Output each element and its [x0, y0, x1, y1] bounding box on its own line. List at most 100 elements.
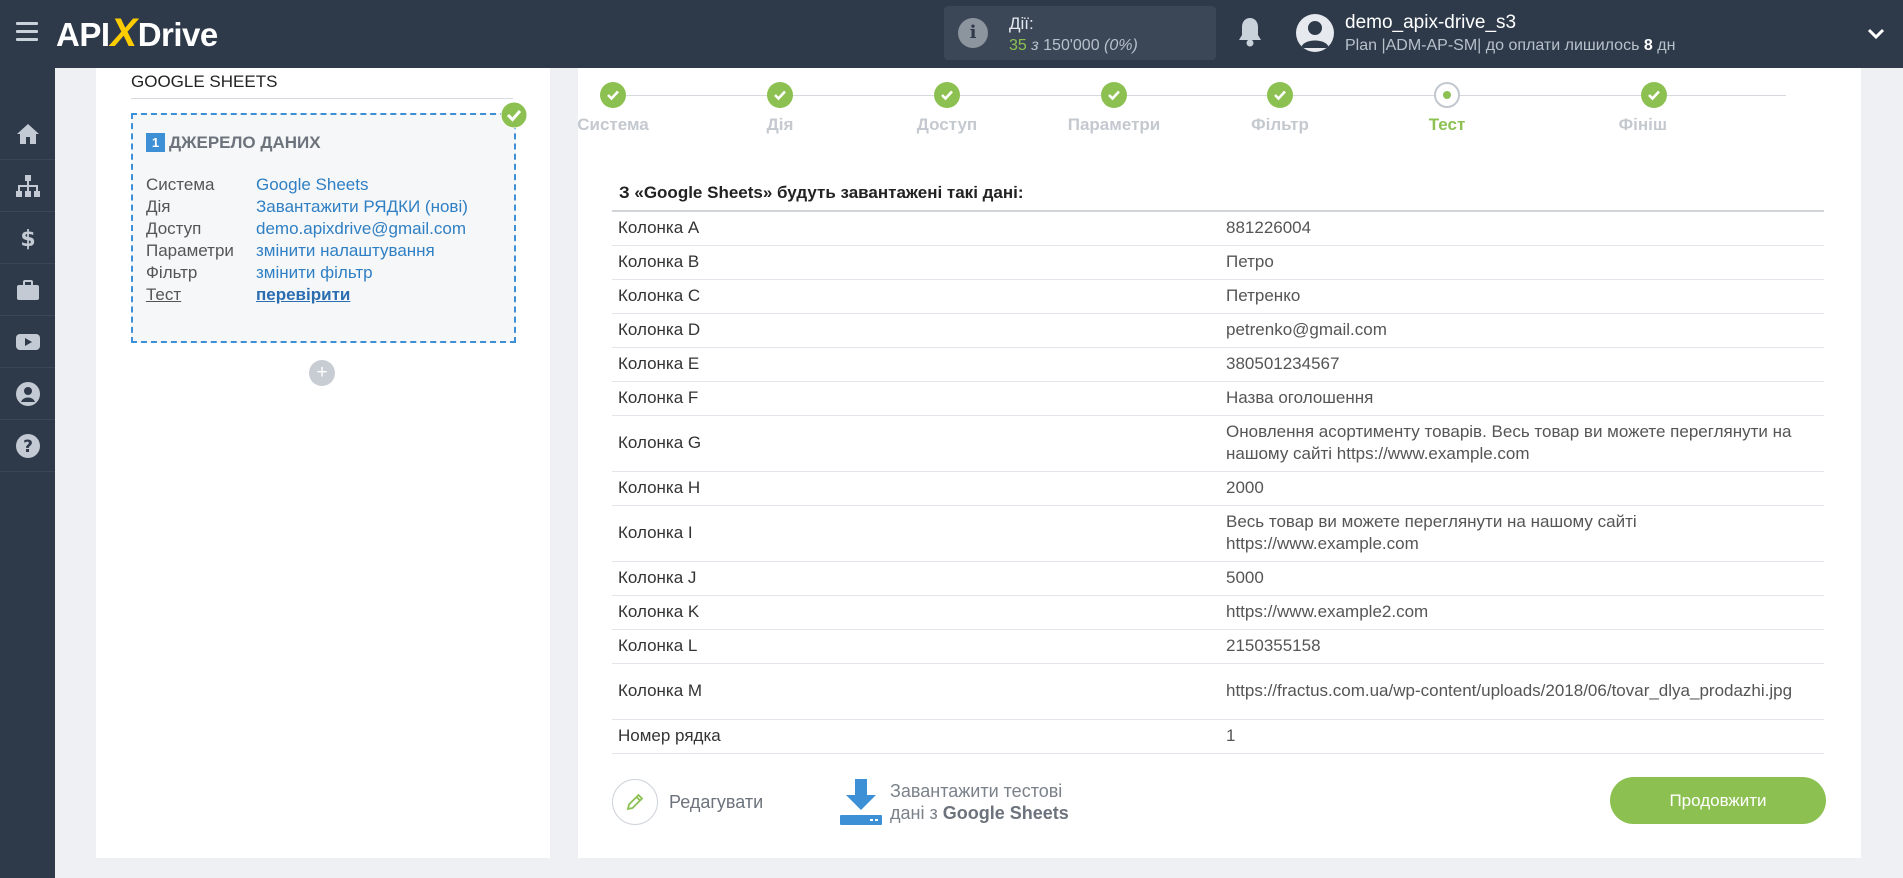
actions-of: з [1031, 37, 1039, 54]
load-test-data-label: Завантажити тестові дані з Google Sheets [890, 780, 1069, 824]
step-label: Тест [1428, 115, 1466, 134]
sidebar-item-billing[interactable]: $ [0, 212, 55, 264]
step-label: Параметри [1067, 115, 1161, 134]
edit-button[interactable]: Редагувати [612, 778, 763, 826]
table-row: Колонка I Весь товар ви можете переглянут… [612, 504, 1824, 561]
table-row: Колонка A 881226004 [612, 210, 1824, 245]
sidebar-item-video[interactable] [0, 316, 55, 368]
sidebar-item-home[interactable] [0, 108, 55, 160]
check-icon [1267, 82, 1293, 108]
row-key: Колонка D [612, 312, 1220, 347]
plan-days: 8 [1643, 37, 1653, 54]
user-name[interactable]: demo_apix-drive_s3 [1345, 12, 1516, 34]
edit-label: Редагувати [669, 791, 764, 812]
sidebar-item-tools[interactable] [0, 264, 55, 316]
connection-panel: GOOGLE SHEETS 1 ДЖЕРЕЛО ДАНИХ Система Goog… [96, 68, 550, 858]
bell-icon[interactable] [1236, 16, 1264, 48]
source-row-key: Дія [146, 197, 171, 216]
data-preview-table: Колонка A 881226004 Колонка B Петро Колонк… [612, 210, 1824, 754]
check-icon [1101, 82, 1127, 108]
actions-used: 35 [1009, 37, 1027, 54]
row-key: Колонка B [612, 244, 1220, 279]
logo-x: X [110, 11, 138, 55]
actions-count: 35 з 150'000 (0%) [1009, 37, 1138, 55]
svg-text:?: ? [23, 437, 33, 457]
current-step-icon [1434, 82, 1460, 108]
step-test[interactable]: Тест [1382, 82, 1512, 135]
check-icon [1641, 82, 1667, 108]
table-row: Колонка L 2150355158 [612, 628, 1824, 663]
pencil-icon [612, 779, 658, 825]
source-row-value[interactable]: змінити налаштування [256, 241, 435, 260]
step-access[interactable]: Доступ [882, 82, 1012, 135]
row-key: Колонка J [612, 560, 1220, 595]
connection-title: GOOGLE SHEETS [131, 72, 513, 99]
apixdrive-logo[interactable]: APIXDrive [56, 10, 218, 56]
source-row-key: Система [146, 175, 215, 194]
dollar-icon: $ [20, 227, 35, 251]
table-row: Колонка B Петро [612, 244, 1824, 279]
table-row: Колонка G Оновлення асортименту товарів. … [612, 414, 1824, 471]
table-row: Колонка Khttps://www.example2.com [612, 594, 1824, 629]
row-key: Номер рядка [612, 718, 1220, 754]
load-test-data-button[interactable]: Завантажити тестові дані з Google Sheets [838, 775, 1069, 829]
continue-button[interactable]: Продовжити [1610, 777, 1826, 824]
avatar[interactable] [1296, 14, 1334, 52]
data-source-block[interactable]: 1 ДЖЕРЕЛО ДАНИХ Система Google Sheets Дія З… [131, 113, 516, 343]
step-finish[interactable]: Фініш [1527, 82, 1667, 135]
sidebar-item-account[interactable] [0, 368, 55, 420]
row-key: Колонка I [612, 504, 1220, 561]
table-row: Колонка J 5000 [612, 560, 1824, 595]
user-icon [15, 381, 40, 406]
source-row-test: Тест перевірити [146, 285, 350, 305]
row-value: 5000 [1220, 560, 1824, 595]
step-label: Дія [766, 115, 794, 134]
step-label: Доступ [916, 115, 978, 134]
check-icon [600, 82, 626, 108]
source-row-key: Параметри [146, 241, 234, 260]
table-row: Номер рядка 1 [612, 718, 1824, 754]
table-row: Колонка C Петренко [612, 278, 1824, 313]
source-row-key: Фільтр [146, 263, 198, 282]
svg-text:$: $ [20, 227, 35, 251]
row-key: Колонка F [612, 380, 1220, 415]
table-row: Колонка F Назва оголошення [612, 380, 1824, 415]
source-row-value[interactable]: Завантажити РЯДКИ (нові) [256, 197, 468, 216]
actions-total: 150'000 [1043, 37, 1100, 54]
data-source-heading: 1 ДЖЕРЕЛО ДАНИХ [146, 133, 321, 153]
logo-left: API [56, 16, 110, 53]
sidebar-item-structure[interactable] [0, 160, 55, 212]
help-icon: ? [15, 433, 40, 458]
row-key: Колонка M [612, 662, 1220, 719]
source-row-access: Доступ demo.apixdrive@gmail.com [146, 219, 466, 239]
actions-label: Дії: [1009, 14, 1034, 33]
source-row-value[interactable]: Google Sheets [256, 175, 368, 194]
sidebar: $ ? [0, 68, 55, 878]
step-params[interactable]: Параметри [1049, 82, 1179, 135]
source-heading-text: ДЖЕРЕЛО ДАНИХ [169, 133, 321, 152]
row-key: Колонка C [612, 278, 1220, 313]
sidebar-item-help[interactable]: ? [0, 420, 55, 472]
source-row-value[interactable]: перевірити [256, 285, 350, 304]
row-key: Колонка H [612, 470, 1220, 505]
load-label-source: Google Sheets [942, 803, 1069, 823]
data-preview-title: З «Google Sheets» будуть завантажені так… [619, 183, 1024, 202]
chevron-down-icon[interactable] [1866, 24, 1886, 44]
row-value: Назва оголошення [1220, 380, 1824, 415]
step-label: Фініш [1618, 115, 1667, 134]
load-label-line2: дані з [890, 803, 938, 823]
menu-icon[interactable] [16, 22, 38, 42]
add-block-button[interactable]: + [309, 360, 335, 386]
step-system[interactable]: Система [548, 82, 678, 135]
source-number-badge: 1 [146, 133, 165, 152]
source-row-value[interactable]: змінити фільтр [256, 263, 373, 282]
download-icon [840, 779, 882, 825]
row-value: 881226004 [1220, 210, 1824, 245]
table-row: Колонка H 2000 [612, 470, 1824, 505]
row-value: https://fractus.com.ua/wp-content/upload… [1220, 662, 1824, 719]
step-action[interactable]: Дія [715, 82, 845, 135]
source-row-value[interactable]: demo.apixdrive@gmail.com [256, 219, 466, 238]
step-filter[interactable]: Фільтр [1215, 82, 1345, 135]
source-row-key: Доступ [146, 219, 202, 238]
row-value: Петро [1220, 244, 1824, 279]
